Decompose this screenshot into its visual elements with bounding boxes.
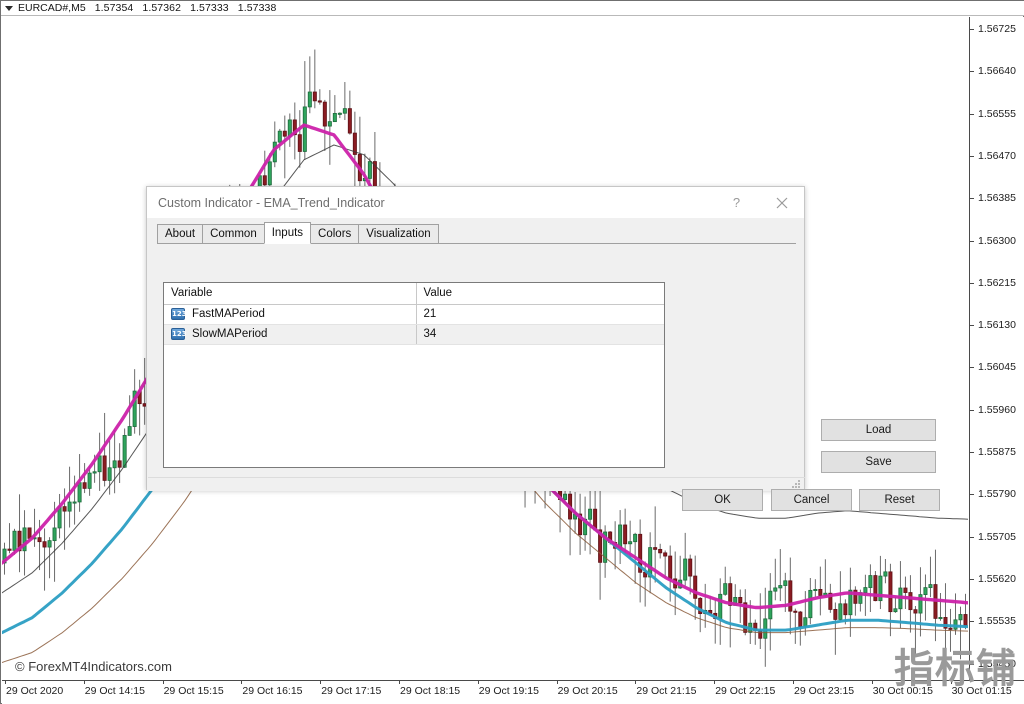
time-tick-label: 29 Oct 23:15 [793, 680, 854, 697]
time-tick-mark [320, 680, 322, 684]
price-scale-axis[interactable]: 1.56725 1.56640 1.56555 1.56470 1.56385 1.563… [969, 17, 1024, 680]
time-tick-mark [241, 680, 243, 684]
price-tick-label: 1.55620 [970, 573, 1016, 585]
time-tick-mark [162, 680, 164, 684]
integer-type-icon: 123 [171, 328, 187, 340]
variable-cell: 123 SlowMAPeriod [164, 324, 417, 345]
price-tick-label: 1.55960 [970, 404, 1016, 416]
price-tick-label: 1.55790 [970, 488, 1016, 500]
save-button[interactable]: Save [821, 451, 936, 473]
time-tick-mark [399, 680, 400, 684]
symbol-ohlc-bar[interactable]: EURCAD#,M5 1.57354 1.57362 1.57333 1.573… [1, 1, 1024, 16]
price-tick-label: 1.56725 [970, 23, 1016, 35]
ohlc-low: 1.57333 [190, 2, 229, 14]
time-tick-mark [477, 680, 479, 684]
price-tick-label: 1.55705 [970, 531, 1016, 543]
time-tick-mark [556, 680, 558, 684]
load-button[interactable]: Load [821, 419, 936, 441]
tab-about[interactable]: About [157, 224, 204, 243]
time-tick-label: 29 Oct 14:15 [83, 680, 145, 697]
time-tick-label: 29 Oct 18:15 [399, 680, 460, 697]
table-row[interactable]: 123 SlowMAPeriod 34 [164, 324, 664, 345]
price-tick-label: 1.56555 [970, 108, 1016, 120]
table-row[interactable]: 123 FastMAPeriod 21 [164, 304, 664, 325]
tab-colors[interactable]: Colors [310, 224, 360, 243]
resize-grip-icon[interactable] [792, 480, 801, 489]
column-header-value: Value [416, 283, 664, 305]
ohlc-high: 1.57362 [142, 2, 182, 14]
custom-indicator-dialog: Custom Indicator - EMA_Trend_Indicator ?… [146, 186, 940, 511]
time-tick-label: 29 Oct 16:15 [241, 680, 303, 697]
dialog-tab-bar[interactable]: About Common Inputs Colors Visualization [157, 222, 796, 244]
inputs-table-panel[interactable]: Variable Value 123 FastMAPeriod 21 123 SlowM… [163, 282, 665, 468]
time-tick-mark [714, 680, 716, 684]
dialog-titlebar-buttons: ? [714, 187, 804, 218]
symbol-label: EURCAD#,M5 [18, 2, 86, 14]
reset-button[interactable]: Reset [859, 489, 940, 511]
time-tick-mark [793, 680, 794, 684]
price-tick-label: 1.56045 [970, 361, 1016, 373]
inputs-table: Variable Value 123 FastMAPeriod 21 123 SlowM… [164, 283, 664, 345]
tab-visualization[interactable]: Visualization [358, 224, 439, 243]
variable-label: FastMAPeriod [192, 308, 265, 320]
time-tick-label: 29 Oct 15:15 [162, 680, 224, 697]
time-tick-label: 29 Oct 17:15 [320, 680, 381, 697]
value-cell[interactable]: 21 [416, 304, 664, 325]
inputs-table-body: 123 FastMAPeriod 21 123 SlowMAPeriod 34 [164, 304, 664, 345]
price-tick-label: 1.56385 [970, 192, 1016, 204]
integer-type-icon: 123 [171, 308, 187, 320]
ohlc-open: 1.57354 [94, 2, 134, 14]
time-tick-label: 29 Oct 22:15 [714, 680, 775, 697]
table-header-row: Variable Value [164, 283, 664, 305]
time-tick-label: 29 Oct 20:15 [556, 680, 618, 697]
time-tick-mark [871, 680, 873, 684]
dialog-title: Custom Indicator - EMA_Trend_Indicator [158, 195, 385, 210]
time-tick-mark [635, 680, 637, 684]
time-tick-label: 29 Oct 2020 [5, 680, 63, 697]
chevron-down-icon[interactable] [5, 5, 13, 11]
variable-label: SlowMAPeriod [192, 328, 268, 340]
mt4-chart-application: EURCAD#,M5 1.57354 1.57362 1.57333 1.573… [0, 0, 1024, 704]
time-tick-label: 29 Oct 19:15 [477, 680, 539, 697]
price-tick-label: 1.56130 [970, 319, 1016, 331]
ok-button[interactable]: OK [682, 489, 763, 511]
variable-cell: 123 FastMAPeriod [164, 304, 417, 325]
price-tick-label: 1.56640 [970, 65, 1016, 77]
value-cell[interactable]: 34 [416, 324, 664, 345]
help-icon[interactable]: ? [714, 187, 759, 218]
price-tick-label: 1.55875 [970, 446, 1016, 458]
footer-divider [148, 477, 805, 478]
ohlc-close: 1.57338 [237, 2, 277, 14]
price-tick-label: 1.55535 [970, 615, 1016, 627]
close-icon[interactable] [759, 187, 804, 218]
tab-inputs[interactable]: Inputs [263, 222, 312, 244]
cancel-button[interactable]: Cancel [771, 489, 852, 511]
price-tick-label: 1.56470 [970, 150, 1016, 162]
price-tick-label: 1.56300 [970, 235, 1016, 247]
time-tick-mark [5, 680, 6, 684]
dialog-titlebar[interactable]: Custom Indicator - EMA_Trend_Indicator ? [147, 187, 804, 218]
price-tick-label: 1.56215 [970, 277, 1016, 289]
dialog-body: About Common Inputs Colors Visualization Var… [147, 218, 940, 511]
time-tick-mark [83, 680, 85, 684]
ohlc-values: 1.57354 1.57362 1.57333 1.57338 [95, 2, 283, 14]
watermark-forexmt4indicators: © ForexMT4Indicators.com [15, 659, 172, 674]
tab-common[interactable]: Common [202, 224, 265, 243]
watermark-zhibiaopu: 指标铺 [894, 646, 1017, 692]
time-scale-axis[interactable]: 29 Oct 2020 29 Oct 14:15 29 Oct 15:15 29 Oc… [2, 680, 1024, 704]
column-header-variable: Variable [164, 283, 417, 305]
time-tick-label: 29 Oct 21:15 [635, 680, 697, 697]
